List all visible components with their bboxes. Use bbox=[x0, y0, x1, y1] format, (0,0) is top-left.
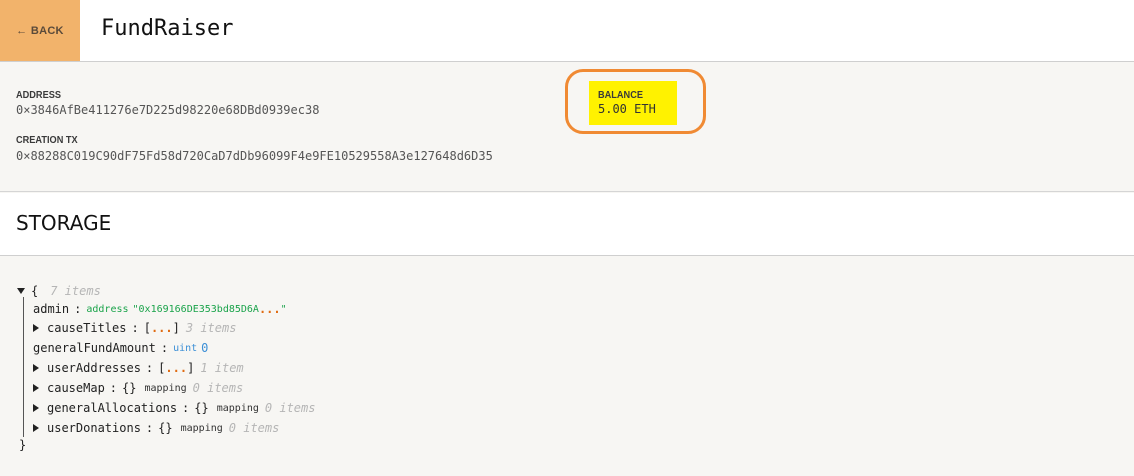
root-open-brace: { bbox=[31, 284, 39, 298]
expand-triangle-icon[interactable] bbox=[33, 324, 39, 332]
truncation-dots[interactable]: ... bbox=[151, 321, 173, 335]
root-close-brace: } bbox=[19, 438, 27, 452]
storage-tree: { 7 items admin : address "0x169166DE353… bbox=[0, 257, 1134, 476]
entry-value: 0 bbox=[201, 341, 209, 355]
contract-info-panel: ADDRESS 0×3846AfBe411276e7D225d98220e68D… bbox=[0, 62, 1134, 192]
entry-type: mapping bbox=[180, 422, 223, 434]
expand-triangle-icon[interactable] bbox=[33, 384, 39, 392]
storage-title: STORAGE bbox=[16, 211, 112, 235]
array-open: [ bbox=[158, 361, 166, 375]
entry-colon: : bbox=[145, 361, 154, 375]
storage-entry-causeMap[interactable]: causeMap : {} mapping 0 items bbox=[33, 380, 243, 396]
entry-count: 0 items bbox=[264, 401, 316, 415]
entry-key: userAddresses bbox=[47, 361, 141, 375]
entry-colon: : bbox=[131, 321, 139, 335]
entry-key: generalAllocations bbox=[47, 401, 178, 415]
entry-count: 1 item bbox=[200, 361, 244, 375]
tree-guide-line bbox=[23, 297, 24, 437]
entry-count: 3 items bbox=[185, 321, 237, 335]
object-braces: {} bbox=[194, 401, 209, 415]
entry-key: userDonations bbox=[47, 421, 141, 435]
storage-entry-userDonations[interactable]: userDonations : {} mapping 0 items bbox=[33, 420, 279, 436]
collapse-triangle-icon[interactable] bbox=[17, 288, 25, 294]
contract-address: 0×3846AfBe411276e7D225d98220e68DBd0939ec… bbox=[16, 103, 320, 117]
array-close: ] bbox=[172, 321, 180, 335]
storage-root-row[interactable]: { 7 items bbox=[17, 283, 101, 299]
object-braces: {} bbox=[122, 381, 137, 395]
array-open: [ bbox=[143, 321, 151, 335]
object-braces: {} bbox=[158, 421, 173, 435]
storage-entry-generalFundAmount[interactable]: generalFundAmount : uint 0 bbox=[33, 340, 208, 356]
app-header: ← BACK FundRaiser bbox=[0, 0, 1134, 62]
root-item-count: 7 items bbox=[50, 284, 101, 298]
entry-colon: : bbox=[74, 302, 82, 316]
array-close: ] bbox=[187, 361, 195, 375]
entry-key: generalFundAmount bbox=[33, 341, 156, 355]
entry-type: mapping bbox=[144, 382, 187, 394]
entry-count: 0 items bbox=[228, 421, 280, 435]
expand-triangle-icon[interactable] bbox=[33, 424, 39, 432]
storage-root-close-row: } bbox=[19, 437, 26, 453]
entry-value-end: " bbox=[280, 303, 287, 315]
entry-colon: : bbox=[182, 401, 190, 415]
storage-entry-generalAllocations[interactable]: generalAllocations : {} mapping 0 items bbox=[33, 400, 315, 416]
storage-entry-admin[interactable]: admin : address "0x169166DE353bd85D6A ..… bbox=[33, 301, 287, 317]
entry-colon: : bbox=[160, 341, 169, 355]
entry-count: 0 items bbox=[192, 381, 244, 395]
entry-type: uint bbox=[173, 342, 198, 354]
truncation-dots[interactable]: ... bbox=[165, 361, 187, 375]
page-title: FundRaiser bbox=[101, 16, 234, 41]
entry-colon: : bbox=[145, 421, 154, 435]
back-button[interactable]: ← BACK bbox=[0, 0, 80, 61]
truncation-dots[interactable]: ... bbox=[259, 302, 281, 316]
storage-entry-causeTitles[interactable]: causeTitles : [ ... ] 3 items bbox=[33, 320, 236, 336]
entry-key: admin bbox=[33, 302, 70, 316]
expand-triangle-icon[interactable] bbox=[33, 404, 39, 412]
address-label: ADDRESS bbox=[16, 90, 61, 101]
balance-value: 5.00 ETH bbox=[598, 102, 656, 116]
creation-tx-hash: 0×88288C019C90dF75Fd58d720CaD7dDb96099F4… bbox=[16, 149, 493, 163]
storage-section-header: STORAGE bbox=[0, 193, 1134, 256]
storage-entry-userAddresses[interactable]: userAddresses : [ ... ] 1 item bbox=[33, 360, 244, 376]
entry-key: causeMap bbox=[47, 381, 105, 395]
entry-type: mapping bbox=[216, 402, 259, 414]
entry-type: address bbox=[86, 303, 129, 315]
balance-highlight: BALANCE 5.00 ETH bbox=[589, 81, 677, 125]
creation-tx-label: CREATION TX bbox=[16, 135, 78, 146]
entry-key: causeTitles bbox=[47, 321, 127, 335]
entry-value: "0x169166DE353bd85D6A bbox=[132, 303, 259, 315]
expand-triangle-icon[interactable] bbox=[33, 364, 39, 372]
balance-label: BALANCE bbox=[598, 90, 643, 101]
entry-colon: : bbox=[109, 381, 118, 395]
